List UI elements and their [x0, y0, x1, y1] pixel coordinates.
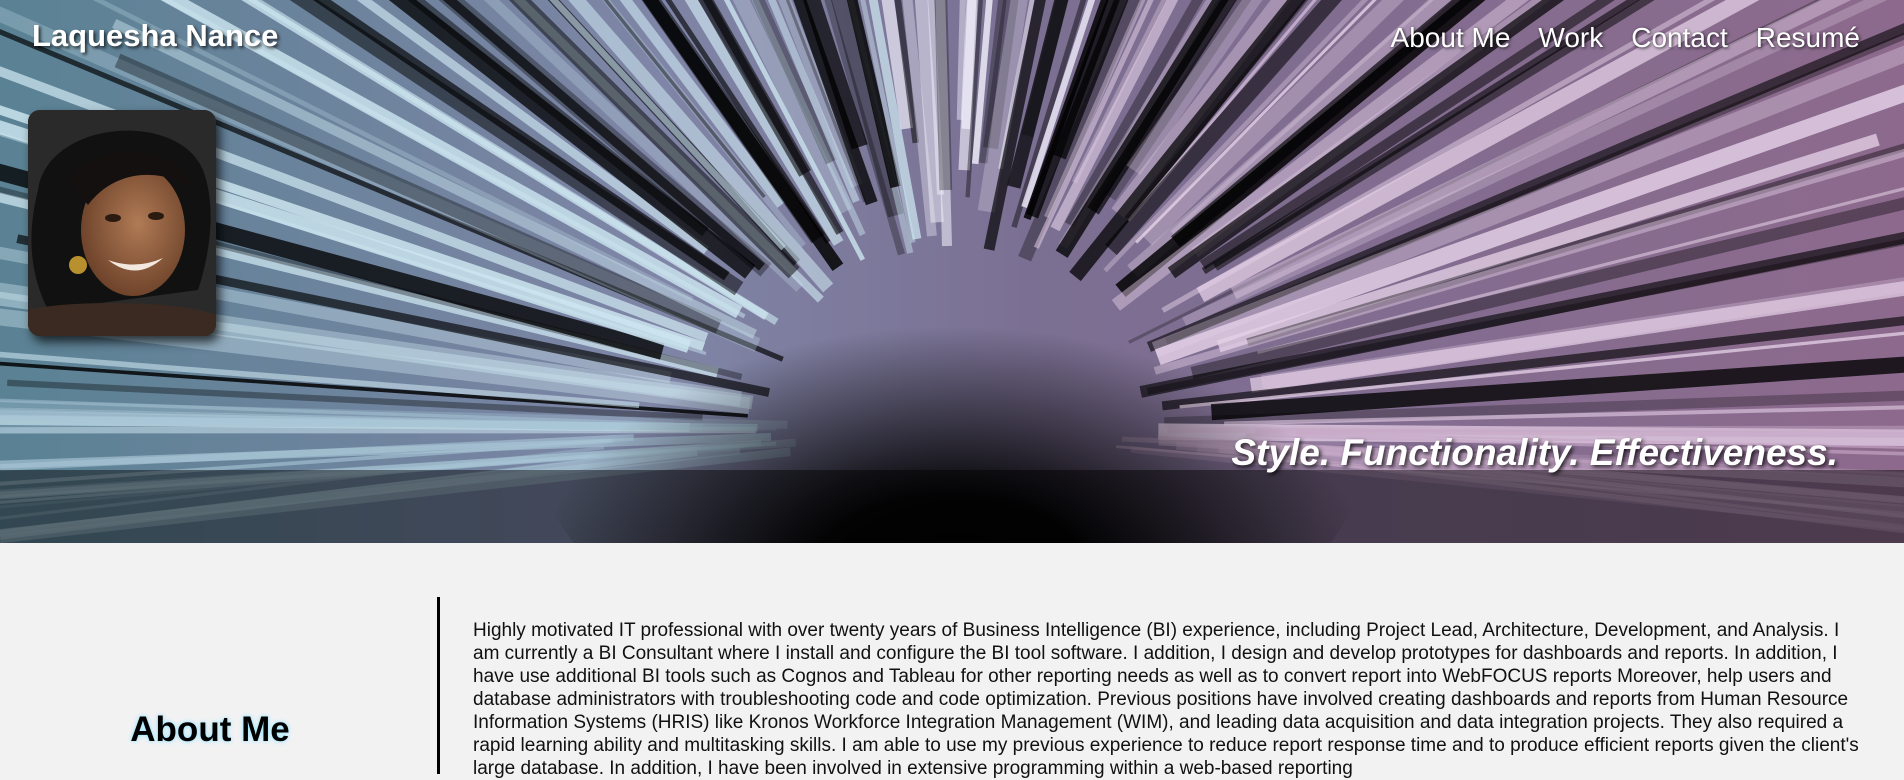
- hero-banner: Laquesha Nance About Me Work Contact Res…: [0, 0, 1904, 543]
- tagline: Style. Functionality. Effectiveness.: [1231, 432, 1838, 474]
- main-nav: About Me Work Contact Resumé: [1391, 22, 1860, 54]
- site-name[interactable]: Laquesha Nance: [32, 18, 278, 54]
- about-me-heading: About Me: [0, 710, 420, 750]
- nav-about-me[interactable]: About Me: [1391, 22, 1511, 54]
- profile-photo: [28, 110, 216, 336]
- nav-work[interactable]: Work: [1538, 22, 1603, 54]
- nav-resume[interactable]: Resumé: [1756, 22, 1860, 54]
- nav-contact[interactable]: Contact: [1631, 22, 1728, 54]
- about-bio-text: Highly motivated IT professional with ov…: [473, 619, 1865, 780]
- section-divider: [437, 597, 440, 774]
